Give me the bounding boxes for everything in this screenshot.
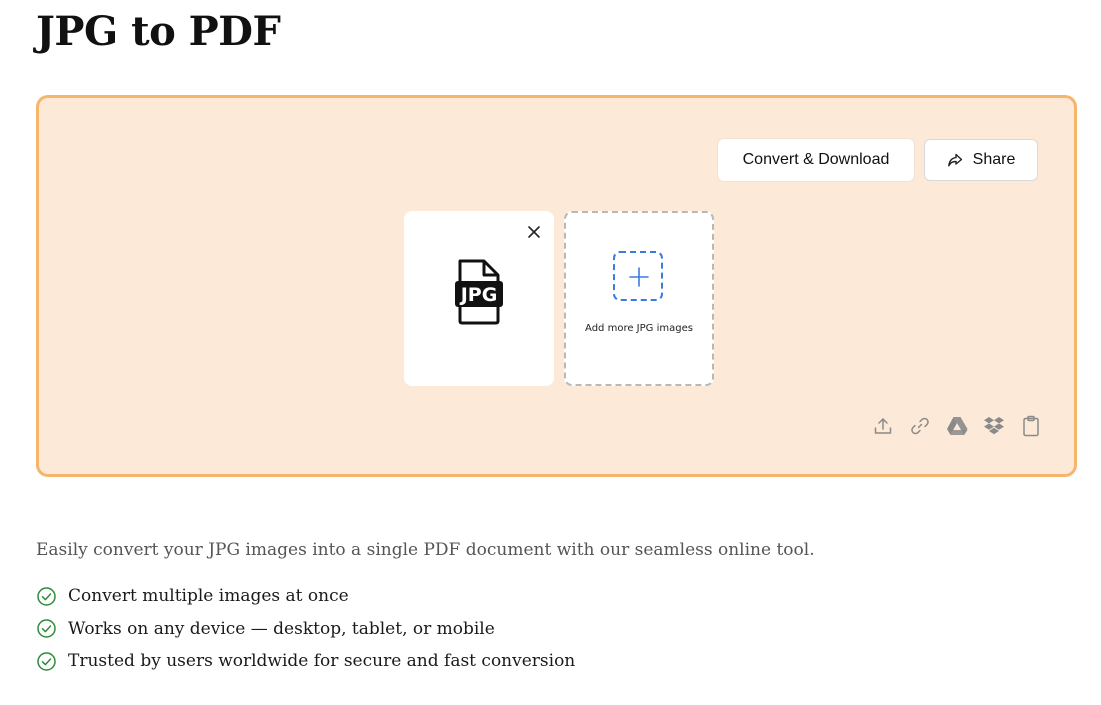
dropbox-icon[interactable] bbox=[983, 415, 1005, 437]
add-image-button[interactable] bbox=[613, 251, 663, 301]
feature-item: Convert multiple images at once bbox=[36, 580, 575, 613]
feature-label: Trusted by users worldwide for secure an… bbox=[68, 651, 576, 672]
check-circle-icon bbox=[37, 619, 56, 638]
jpg-file-type: JPG bbox=[459, 284, 498, 306]
google-drive-icon[interactable] bbox=[946, 415, 968, 437]
upload-sources bbox=[872, 415, 1042, 437]
add-more-images-card[interactable]: Add more JPG images bbox=[564, 211, 714, 386]
share-button[interactable]: Share bbox=[924, 139, 1038, 181]
page-title: JPG to PDF bbox=[36, 8, 281, 55]
description-text: Easily convert your JPG images into a si… bbox=[36, 540, 815, 560]
converter-panel[interactable]: Convert & Download Share JPG Add more JP… bbox=[36, 95, 1077, 477]
feature-list: Convert multiple images at once Works on… bbox=[36, 580, 575, 678]
feature-item: Works on any device — desktop, tablet, o… bbox=[36, 613, 575, 646]
upload-icon[interactable] bbox=[872, 415, 894, 437]
feature-label: Works on any device — desktop, tablet, o… bbox=[68, 618, 495, 639]
file-card[interactable]: JPG bbox=[404, 211, 554, 386]
clipboard-icon[interactable] bbox=[1020, 415, 1042, 437]
check-circle-icon bbox=[37, 587, 56, 606]
close-icon[interactable] bbox=[527, 224, 541, 238]
add-more-label: Add more JPG images bbox=[585, 323, 693, 334]
feature-label: Convert multiple images at once bbox=[68, 586, 349, 607]
convert-download-button[interactable]: Convert & Download bbox=[718, 139, 914, 181]
share-icon bbox=[947, 152, 963, 168]
share-label: Share bbox=[972, 151, 1016, 168]
feature-item: Trusted by users worldwide for secure an… bbox=[36, 645, 575, 678]
plus-icon bbox=[629, 267, 649, 287]
link-icon[interactable] bbox=[909, 415, 931, 437]
jpg-file-icon: JPG bbox=[454, 259, 504, 329]
check-circle-icon bbox=[37, 652, 56, 671]
